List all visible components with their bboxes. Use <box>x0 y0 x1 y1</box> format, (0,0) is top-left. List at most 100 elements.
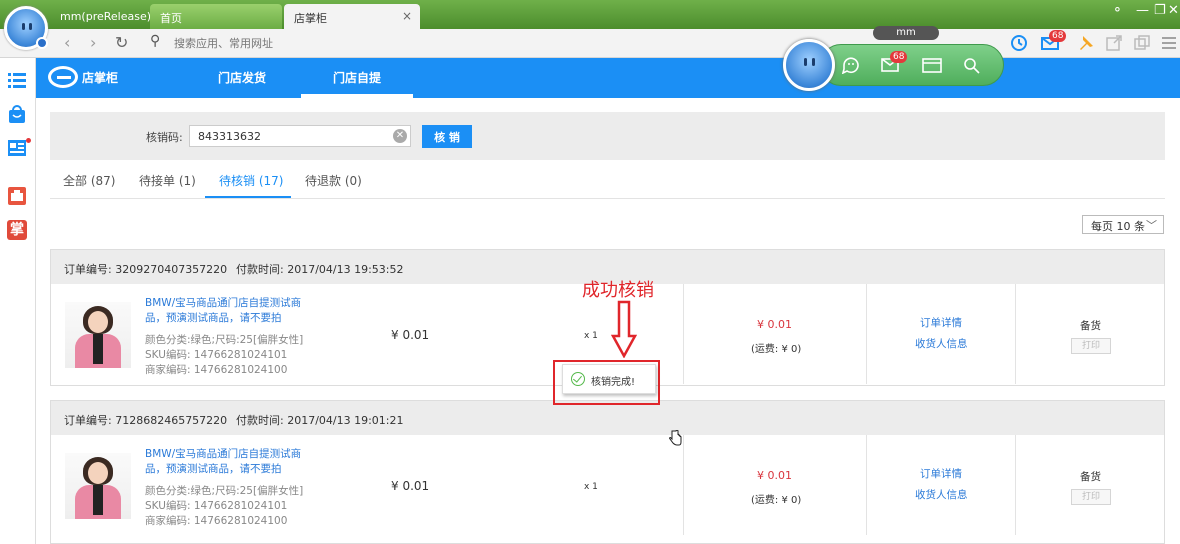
tab-close-icon[interactable]: × <box>402 9 412 23</box>
shipping-fee: (运费: ¥ 0) <box>751 344 802 355</box>
external-link-icon[interactable] <box>1105 34 1123 52</box>
assistant-label: mm <box>873 26 939 40</box>
check-circle-icon <box>571 372 585 386</box>
shopping-bag-icon[interactable] <box>7 104 27 124</box>
sku-attributes: 颜色分类:绿色;尺码:25[偏胖女性] <box>145 485 304 497</box>
logo-text: 店掌柜 <box>82 70 119 85</box>
mail-badge: 68 <box>1049 30 1067 42</box>
column-divider <box>866 284 867 384</box>
address-bar: ‹ › ↻ ⚲ <box>0 29 1180 58</box>
product-title-link[interactable]: BMW/宝马商品通门店自提测试商品，预演测试商品，请不要拍 <box>145 296 305 326</box>
sku-code: SKU编码: 14766281024101 <box>145 349 288 361</box>
logo-mark-icon <box>48 66 78 88</box>
clock-icon <box>36 37 48 49</box>
per-page-label: 每页 10 条 <box>1091 220 1145 233</box>
window-icon[interactable] <box>922 56 942 74</box>
menu-icon[interactable] <box>1160 34 1178 52</box>
product-thumbnail[interactable] <box>65 302 131 368</box>
product-title-link[interactable]: BMW/宝马商品通门店自提测试商品，预演测试商品，请不要拍 <box>145 447 305 477</box>
briefcase-icon[interactable] <box>7 186 27 206</box>
annotation-text: 成功核销 <box>582 280 654 301</box>
chat-face-icon[interactable] <box>841 56 861 74</box>
toast-message: 核销完成! <box>591 377 636 388</box>
tab-label: 店掌柜 <box>294 12 327 25</box>
minimize-icon[interactable]: — <box>1136 3 1149 18</box>
skin-icon[interactable]: ⚬ <box>1112 3 1123 18</box>
tab-shop-manager[interactable]: 店掌柜 × <box>284 4 420 29</box>
search-icon[interactable] <box>962 56 982 74</box>
merchant-code: 商家编码: 14766281024100 <box>145 364 288 376</box>
app-header: 店掌柜 门店发货 门店自提 <box>36 58 1180 98</box>
restore-icon[interactable]: ❐ <box>1154 3 1166 18</box>
order-detail-link[interactable]: 订单详情 <box>920 315 962 330</box>
shipping-fee: (运费: ¥ 0) <box>751 495 802 506</box>
quantity: x 1 <box>584 331 598 341</box>
pay-time: 付款时间: 2017/04/13 19:53:52 <box>236 263 404 276</box>
verify-code-label: 核销码: <box>146 131 183 144</box>
merchant-code: 商家编码: 14766281024100 <box>145 515 288 527</box>
assistant-avatar[interactable] <box>783 39 835 91</box>
sku-attributes: 颜色分类:绿色;尺码:25[偏胖女性] <box>145 334 304 346</box>
tab-profile[interactable]: mm(preRelease) <box>50 4 152 29</box>
column-divider <box>1015 435 1016 535</box>
product-thumbnail[interactable] <box>65 453 131 519</box>
quantity: x 1 <box>584 482 598 492</box>
address-input[interactable] <box>172 34 772 52</box>
order-detail-link[interactable]: 订单详情 <box>920 466 962 481</box>
clock-toolbar-icon[interactable] <box>1010 34 1028 52</box>
column-divider <box>683 284 684 384</box>
back-icon[interactable]: ‹ <box>64 33 70 52</box>
order-number: 订单编号: 3209270407357220 <box>64 263 228 276</box>
filter-tab-all[interactable]: 全部 (87) <box>63 172 115 189</box>
order-header: 订单编号: 7128682465757220 付款时间: 2017/04/13 … <box>51 401 1164 435</box>
receiver-info-link[interactable]: 收货人信息 <box>915 336 968 351</box>
print-button[interactable]: 打印 <box>1071 338 1111 354</box>
window-copy-icon[interactable] <box>1133 34 1151 52</box>
tab-home[interactable]: 首页 <box>150 4 282 29</box>
nav-tab-store-pickup[interactable]: 门店自提 <box>301 58 413 98</box>
tab-divider <box>50 198 1165 199</box>
refresh-icon[interactable]: ↻ <box>115 33 128 52</box>
list-icon[interactable] <box>7 70 27 90</box>
order-total: ¥ 0.01 <box>757 318 792 331</box>
order-status: 备货 <box>1080 320 1101 332</box>
browser-tab-bar: mm(preRelease) 首页 店掌柜 × ⚬ — ❐ ✕ <box>0 0 1180 29</box>
success-toast: 核销完成! <box>562 364 656 394</box>
verify-button[interactable]: 核 销 <box>422 125 472 148</box>
column-divider <box>866 435 867 535</box>
filter-tab-pending-refund[interactable]: 待退款 (0) <box>305 172 362 189</box>
tab-label: 首页 <box>160 12 182 25</box>
column-divider <box>1015 284 1016 384</box>
sku-code: SKU编码: 14766281024101 <box>145 500 288 512</box>
zhang-app-icon[interactable]: 掌 <box>7 220 27 240</box>
chevron-down-icon: ﹀ <box>1146 219 1157 232</box>
print-button[interactable]: 打印 <box>1071 489 1111 505</box>
address-search: ⚲ <box>150 33 850 53</box>
receiver-info-link[interactable]: 收货人信息 <box>915 487 968 502</box>
order-total: ¥ 0.01 <box>757 469 792 482</box>
order-number: 订单编号: 7128682465757220 <box>64 414 228 427</box>
verify-code-input[interactable] <box>189 125 411 147</box>
tab-label: mm(preRelease) <box>60 10 152 23</box>
left-sidebar: 掌 <box>0 58 36 544</box>
filter-tab-pending-verify[interactable]: 待核销 (17) <box>219 172 283 189</box>
unit-price: ¥ 0.01 <box>391 328 430 342</box>
filter-tab-pending-accept[interactable]: 待接单 (1) <box>139 172 196 189</box>
clear-input-icon[interactable]: ✕ <box>393 129 407 143</box>
search-icon: ⚲ <box>150 33 161 49</box>
notification-dot <box>26 138 31 143</box>
active-filter-underline <box>205 196 291 198</box>
user-avatar[interactable] <box>4 6 48 50</box>
id-card-icon[interactable] <box>7 138 27 158</box>
forward-icon[interactable]: › <box>90 33 96 52</box>
hand-cursor-icon <box>669 430 682 446</box>
column-divider <box>683 435 684 535</box>
pin-icon[interactable] <box>1077 34 1095 52</box>
per-page-select[interactable]: 每页 10 条 ﹀ <box>1082 215 1164 234</box>
nav-tab-store-delivery[interactable]: 门店发货 <box>186 58 298 98</box>
close-window-icon[interactable]: ✕ <box>1168 3 1179 18</box>
app-logo[interactable]: 店掌柜 <box>48 66 118 88</box>
order-card: 订单编号: 7128682465757220 付款时间: 2017/04/13 … <box>50 400 1165 544</box>
message-badge: 68 <box>890 51 908 63</box>
unit-price: ¥ 0.01 <box>391 479 430 493</box>
